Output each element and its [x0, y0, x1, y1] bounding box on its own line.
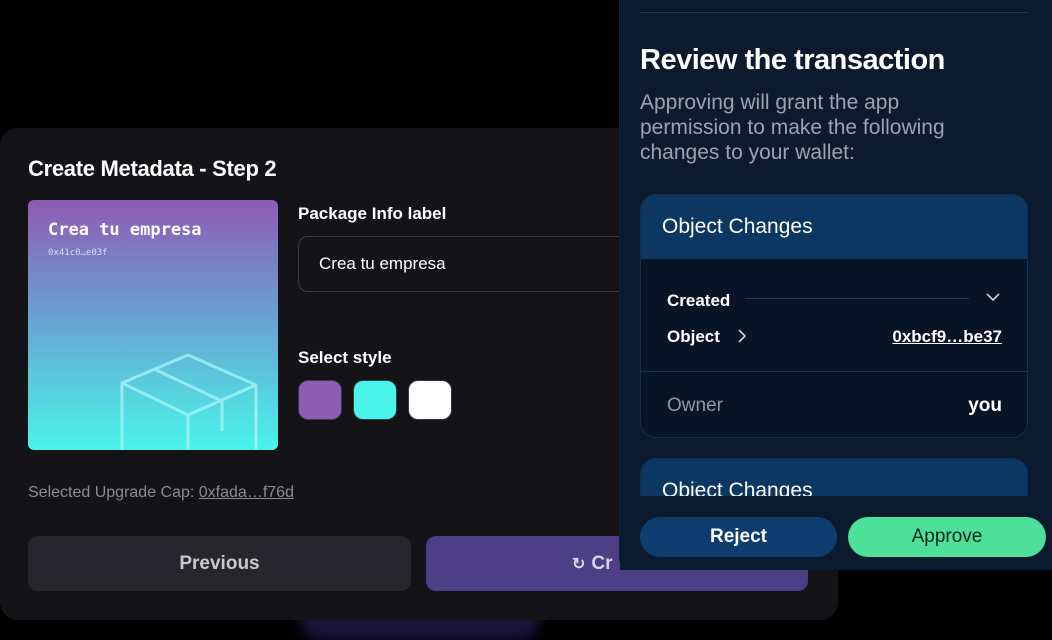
previous-button[interactable]: Previous: [28, 536, 411, 591]
created-label: Created: [667, 291, 731, 310]
upgrade-cap-link[interactable]: 0xfada…f76d: [199, 484, 294, 501]
wallet-title: Review the transaction: [640, 44, 945, 76]
wallet-footer: Reject Approve: [620, 496, 1052, 570]
style-swatch-white[interactable]: [408, 380, 452, 420]
box-icon: [120, 353, 258, 450]
upgrade-cap-line: Selected Upgrade Cap: 0xfada…f76d: [28, 484, 294, 502]
wallet-description: Approving will grant the app permission …: [640, 91, 945, 164]
chevron-right-icon[interactable]: [734, 328, 750, 344]
reject-button[interactable]: Reject: [640, 517, 837, 557]
upgrade-cap-label: Selected Upgrade Cap:: [28, 484, 199, 501]
object-changes-card: Object Changes Created Object 0xbcf9…be3…: [640, 194, 1028, 438]
style-swatch-purple[interactable]: [298, 380, 342, 420]
approve-button[interactable]: Approve: [848, 517, 1046, 557]
preview-id: 0x41c0…e03f: [48, 248, 108, 258]
owner-value: you: [968, 395, 1002, 416]
style-swatch-cyan[interactable]: [353, 380, 397, 420]
loading-spinner-icon: ↻: [572, 555, 586, 573]
object-id-link[interactable]: 0xbcf9…be37: [892, 327, 1002, 347]
created-divider: [745, 298, 969, 299]
wallet-divider: [640, 12, 1028, 13]
package-info-input[interactable]: [298, 236, 638, 292]
object-label[interactable]: Object: [667, 327, 720, 347]
object-changes-header[interactable]: Object Changes: [641, 195, 1027, 259]
select-style-label: Select style: [298, 348, 392, 367]
owner-label: Owner: [667, 395, 723, 416]
preview-name: Crea tu empresa: [48, 220, 202, 240]
row-divider: [641, 371, 1027, 372]
create-button-label: Cr: [591, 552, 613, 574]
chevron-down-icon[interactable]: [985, 289, 1001, 305]
metadata-preview: Crea tu empresa 0x41c0…e03f: [28, 200, 278, 450]
wallet-approval-panel: Review the transaction Approving will gr…: [619, 0, 1052, 570]
package-info-label: Package Info label: [298, 204, 447, 223]
page-title: Create Metadata - Step 2: [28, 156, 277, 181]
